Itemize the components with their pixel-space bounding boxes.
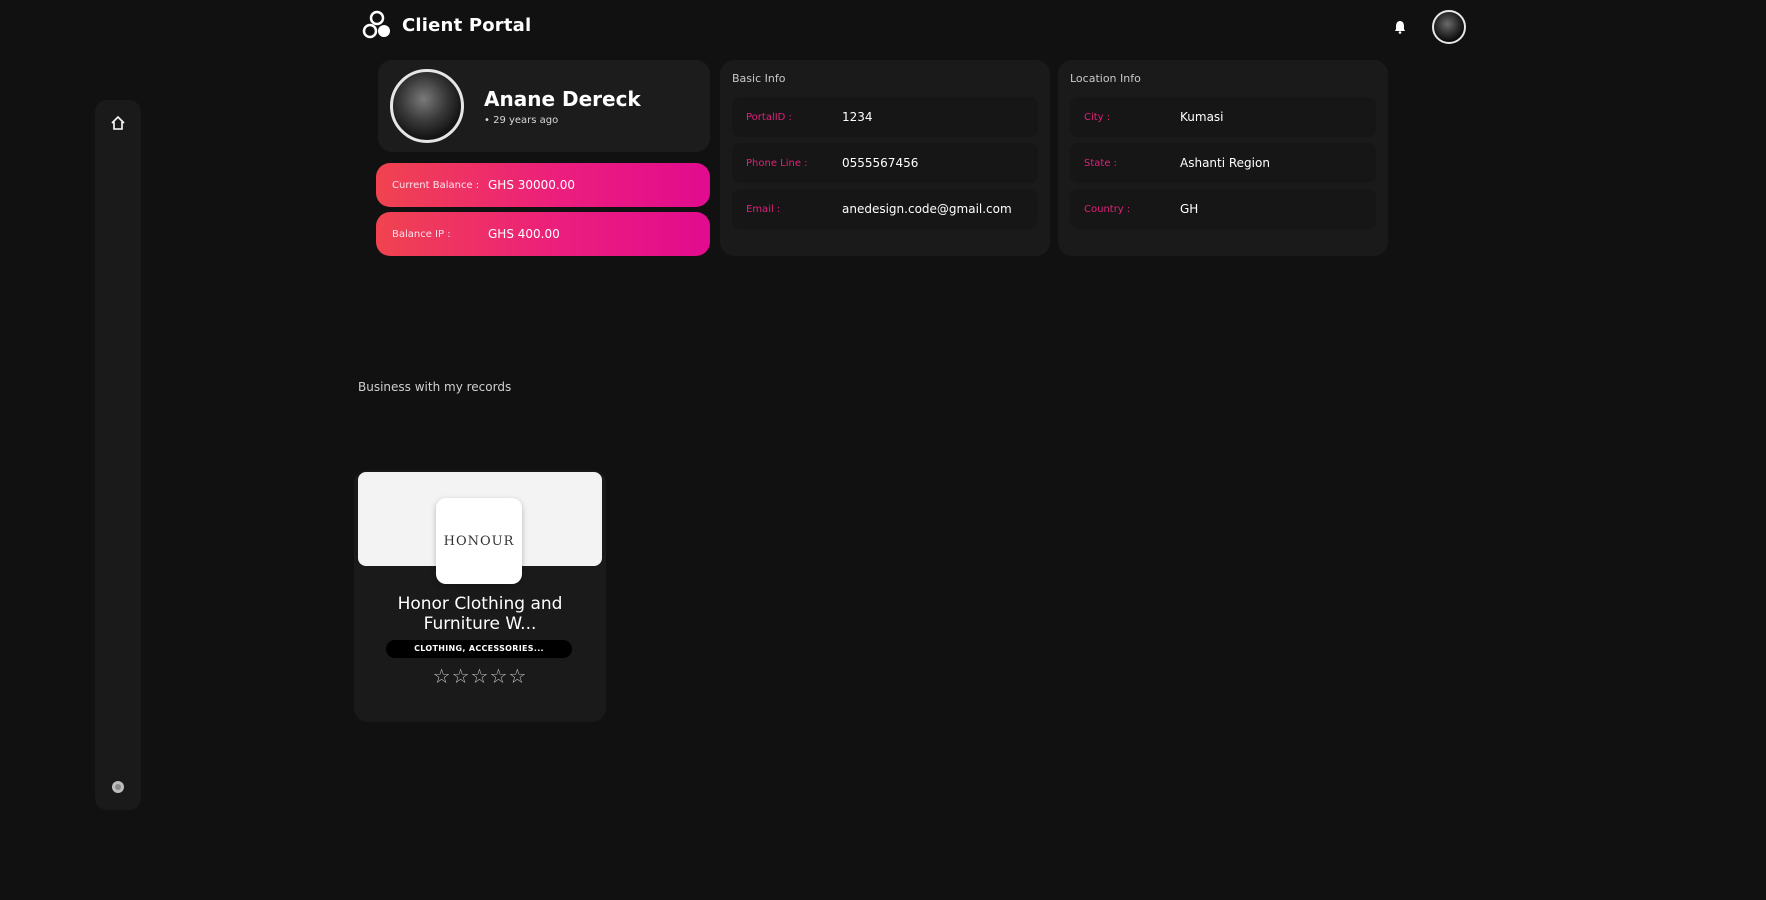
business-card[interactable]: HONOUR Honor Clothing and Furniture W...… (354, 470, 606, 722)
profile-subtitle: • 29 years ago (484, 114, 559, 126)
basic-info-title: Basic Info (732, 72, 786, 85)
home-icon[interactable] (109, 114, 127, 132)
header-actions (1392, 10, 1466, 44)
balance-label: Balance IP : (392, 228, 451, 240)
info-value: Ashanti Region (1180, 156, 1270, 170)
basic-info-card: Basic Info PortalID : 1234 Phone Line : … (720, 60, 1050, 256)
business-name: Honor Clothing and Furniture W... (397, 594, 563, 634)
header-avatar[interactable] (1432, 10, 1466, 44)
profile-avatar (390, 69, 464, 143)
info-value: GH (1180, 202, 1199, 216)
info-key: Phone Line : (746, 157, 808, 169)
info-key: Email : (746, 203, 781, 215)
location-info-title: Location Info (1070, 72, 1141, 85)
info-row: PortalID : 1234 (732, 97, 1038, 137)
location-info-card: Location Info City : Kumasi State : Asha… (1058, 60, 1388, 256)
star-rating[interactable]: ☆☆☆☆☆ (354, 664, 606, 688)
business-logo-text: HONOUR (443, 533, 515, 549)
settings-dot-icon[interactable] (109, 778, 127, 796)
current-balance-pill: Current Balance : GHS 30000.00 (376, 163, 710, 207)
profile-name: Anane Dereck (484, 86, 641, 111)
info-key: Country : (1084, 203, 1131, 215)
info-key: City : (1084, 111, 1111, 123)
business-section-title: Business with my records (358, 380, 512, 394)
app-title: Client Portal (402, 14, 532, 36)
info-row: Country : GH (1070, 189, 1376, 229)
info-row: State : Ashanti Region (1070, 143, 1376, 183)
bell-icon[interactable] (1392, 19, 1408, 35)
info-value: anedesign.code@gmail.com (842, 202, 1012, 216)
business-logo: HONOUR (436, 498, 522, 584)
info-key: PortalID : (746, 111, 792, 123)
sidebar (95, 100, 141, 810)
brand[interactable]: Client Portal (362, 10, 531, 40)
balance-value: GHS 400.00 (488, 227, 560, 241)
cluster-logo-icon (362, 10, 392, 40)
info-row: Email : anedesign.code@gmail.com (732, 189, 1038, 229)
balance-value: GHS 30000.00 (488, 178, 576, 192)
info-value: 0555567456 (842, 156, 919, 170)
info-value: 1234 (842, 110, 873, 124)
info-row: Phone Line : 0555567456 (732, 143, 1038, 183)
business-category-tag: CLOTHING, ACCESSORIES... (386, 640, 572, 658)
info-value: Kumasi (1180, 110, 1224, 124)
profile-card: Anane Dereck • 29 years ago (378, 60, 710, 152)
client-portal-page: Client Portal Anane Dereck • 29 years ag… (0, 0, 1766, 900)
info-key: State : (1084, 157, 1118, 169)
balance-ip-pill: Balance IP : GHS 400.00 (376, 212, 710, 256)
balance-label: Current Balance : (392, 179, 480, 191)
info-row: City : Kumasi (1070, 97, 1376, 137)
